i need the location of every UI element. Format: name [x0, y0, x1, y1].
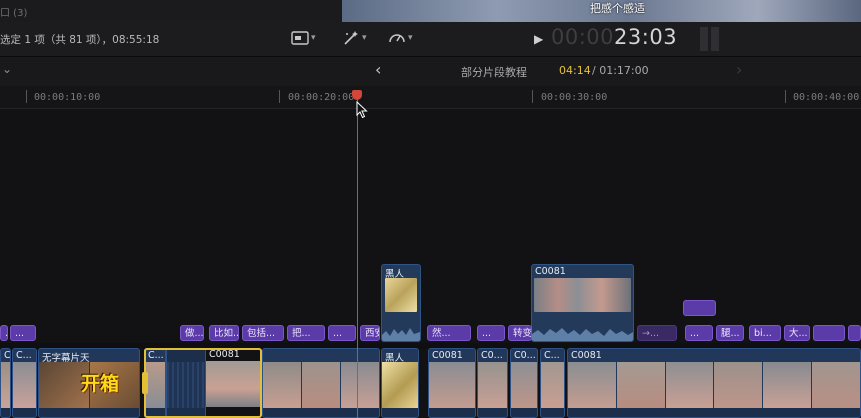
clip-label: C...	[544, 350, 560, 361]
storyline-clip[interactable]: C...	[540, 348, 565, 418]
title-clip[interactable]: ...	[0, 325, 8, 341]
title-clip[interactable]: ...	[10, 325, 36, 341]
title-clip[interactable]: ...	[685, 325, 713, 341]
storyline-clip[interactable]: C0081	[206, 348, 260, 418]
connected-clip[interactable]: 黑人	[381, 264, 421, 342]
chevron-down-icon: ▾	[408, 33, 413, 43]
clip-label: C0081	[432, 350, 463, 361]
title-clip[interactable]: ...	[477, 325, 505, 341]
timecode-value: 23:03	[614, 25, 678, 49]
playhead-handle[interactable]	[352, 90, 362, 100]
storyline-clip[interactable]: C0081	[567, 348, 861, 418]
storyline-clip[interactable]: C0081	[428, 348, 476, 418]
project-bar: ⌄ ‹ 部分片段教程 04:14 / 01:17:00 ›	[0, 57, 861, 87]
title-clip[interactable]: 做...	[180, 325, 204, 341]
selection-info: 选定 1 项（共 81 项），08:55:18	[0, 34, 160, 46]
title-clip[interactable]: bi...	[749, 325, 781, 341]
title-clip[interactable]	[848, 325, 861, 341]
play-button[interactable]: ▶	[534, 32, 543, 46]
title-clip[interactable]: 把...	[287, 325, 325, 341]
storyline-clip[interactable]: 无字幕片天 开箱	[38, 348, 140, 418]
title-clip[interactable]	[683, 300, 716, 316]
speedometer-icon	[389, 34, 405, 43]
index-toggle-chevron-icon[interactable]: ⌄	[2, 62, 12, 76]
clip-label: C0081	[571, 350, 602, 361]
title-clip[interactable]: 西安...	[360, 325, 380, 341]
playhead-line[interactable]	[357, 95, 358, 418]
title-clip[interactable]: 腿...	[716, 325, 744, 341]
history-forward-button[interactable]: ›	[736, 60, 742, 79]
timecode-leading: 00:00	[551, 25, 615, 49]
top-strip: 口 (3) 把感个感适	[0, 0, 861, 22]
viewer-preview: 把感个感适	[342, 0, 861, 22]
clip-label: C0081	[209, 349, 240, 360]
magic-wand-icon	[344, 31, 358, 45]
mouse-cursor-icon	[356, 101, 368, 119]
project-position: 04:14	[559, 64, 591, 77]
timecode-display[interactable]: 00:0023:03	[551, 25, 677, 49]
ruler-label: 00:00:30:00	[541, 92, 608, 103]
clip-appearance-button[interactable]: ▾	[291, 28, 316, 48]
clip-thumbnail	[534, 278, 631, 312]
clip-label: C0...	[514, 350, 536, 361]
retime-button[interactable]: ▾	[388, 28, 413, 48]
storyline-clip[interactable]	[262, 348, 380, 418]
storyline-clip[interactable]: C0...	[510, 348, 538, 418]
title-clip[interactable]: 然...	[427, 325, 471, 341]
ruler-tick	[785, 90, 786, 103]
chevron-down-icon: ▾	[311, 33, 316, 43]
ruler-label: 00:00:40:00	[793, 92, 860, 103]
title-clip[interactable]: 包括...	[242, 325, 284, 341]
ruler-label: 00:00:20:00	[288, 92, 355, 103]
trim-handle-left[interactable]	[142, 372, 148, 394]
effects-button[interactable]: ▾	[342, 28, 367, 48]
project-duration: / 01:17:00	[592, 64, 649, 77]
title-clip[interactable]: 大...	[784, 325, 810, 341]
audio-meters[interactable]	[700, 27, 722, 51]
chevron-down-icon: ▾	[362, 33, 367, 43]
timeline-ruler[interactable]: 00:00:10:00 00:00:20:00 00:00:30:00 00:0…	[0, 86, 861, 109]
audio-waveform	[532, 328, 633, 341]
clip-label: C0...	[481, 350, 503, 361]
title-clip[interactable]	[813, 325, 845, 341]
title-clip[interactable]: 转变...	[508, 325, 532, 341]
clip-thumbnail	[385, 278, 417, 312]
storyline-clip[interactable]: 黑人	[381, 348, 419, 418]
browser-fragment: 口 (3)	[0, 8, 28, 19]
ruler-tick	[279, 90, 280, 103]
title-clip[interactable]: 比如...	[209, 325, 239, 341]
clip-appearance-icon	[291, 31, 309, 45]
storyline-clip[interactable]: C...	[12, 348, 37, 418]
timeline-toolbar: 选定 1 项（共 81 项），08:55:18 ▾ ▾ ▾ ▶ 00:0023:…	[0, 22, 861, 57]
ruler-tick	[26, 90, 27, 103]
clip-label: C0	[4, 350, 11, 361]
storyline-clip[interactable]: C0...	[477, 348, 508, 418]
project-name: 部分片段教程	[461, 66, 527, 79]
clip-label: C0081	[535, 266, 566, 277]
connected-clip[interactable]: C0081	[531, 264, 634, 342]
clip-overlay-text: 开箱	[81, 373, 120, 395]
ruler-tick	[532, 90, 533, 103]
history-back-button[interactable]: ‹	[375, 60, 381, 79]
ruler-label: 00:00:10:00	[34, 92, 101, 103]
title-clip[interactable]: ...	[328, 325, 356, 341]
storyline-clip[interactable]: C0	[0, 348, 11, 418]
title-clip[interactable]: →...	[637, 325, 677, 341]
audio-waveform	[382, 328, 420, 341]
clip-label: C...	[16, 350, 32, 361]
viewer-caption: 把感个感适	[590, 2, 645, 15]
